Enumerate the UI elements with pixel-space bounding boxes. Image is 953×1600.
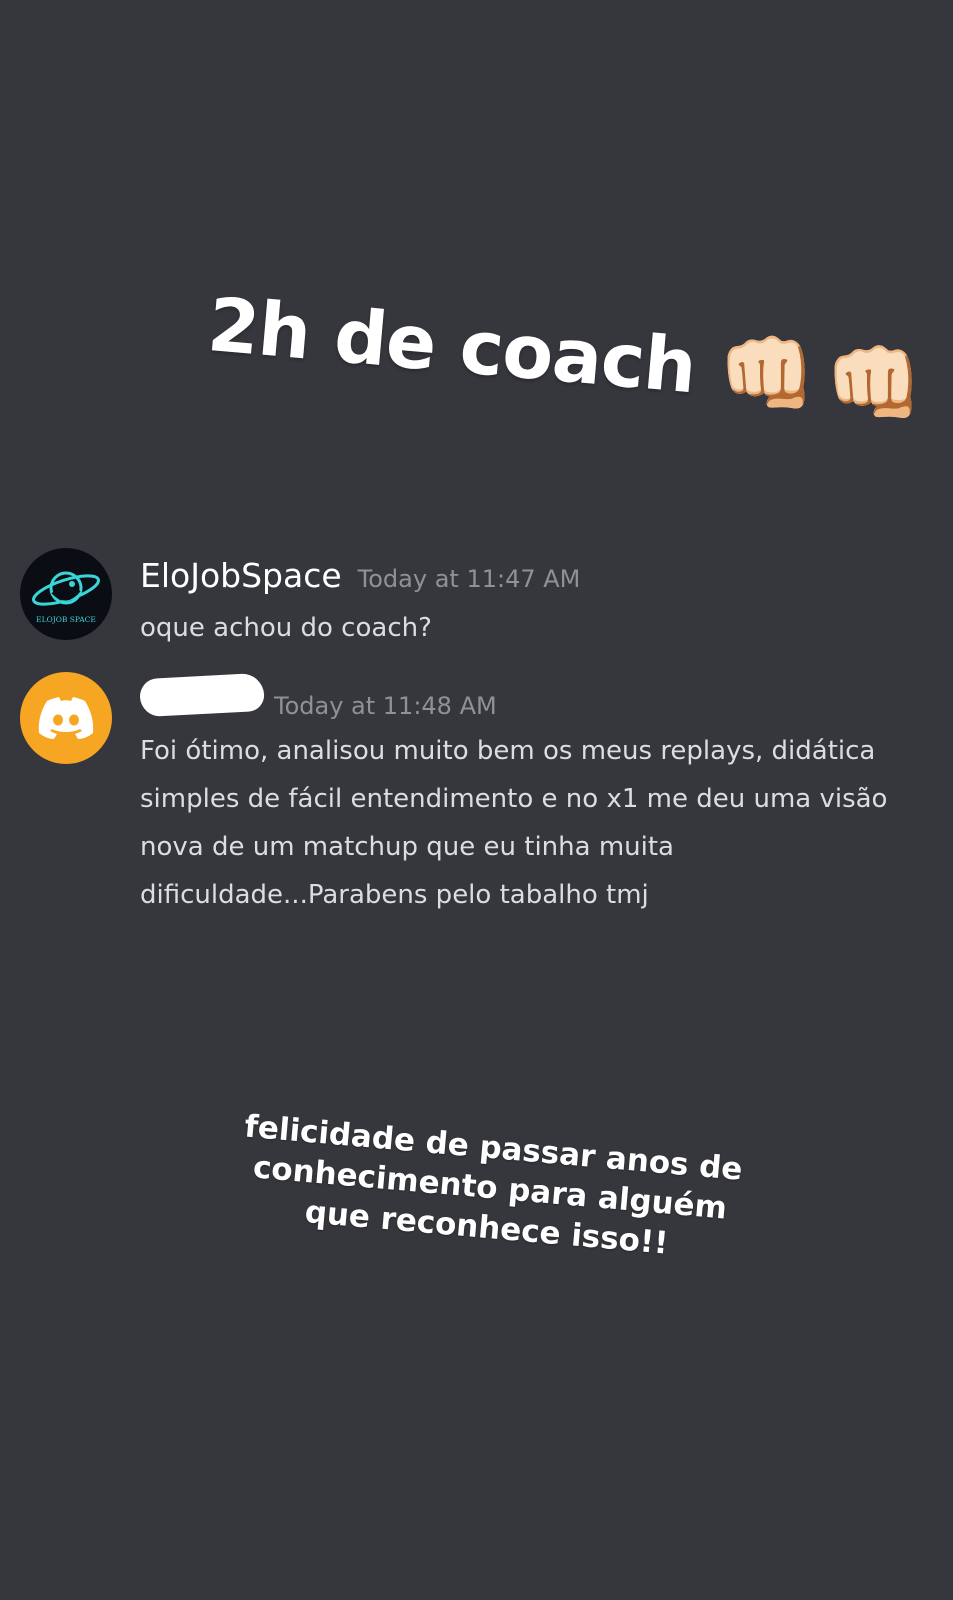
- headline-sticker: 2h de coach 👊🏻 👊🏻: [204, 282, 928, 434]
- message-content: Foi ótimo, analisou muito bem os meus re…: [140, 736, 888, 910]
- timestamp: Today at 11:48 AM: [274, 692, 497, 720]
- planet-logo-icon: ELOJOB SPACE: [32, 571, 100, 624]
- username[interactable]: EloJobSpace: [140, 556, 342, 595]
- caption-sticker: felicidade de passar anos de conheciment…: [243, 1108, 744, 1262]
- message-header: Today at 11:48 AM: [139, 672, 497, 720]
- discord-logo-icon: [38, 697, 94, 739]
- message-content: oque achou do coach?: [140, 613, 432, 643]
- redacted-username: [139, 672, 265, 718]
- avatar[interactable]: [20, 672, 112, 764]
- fist-bump-icon: 👊🏻: [713, 322, 821, 424]
- svg-text:ELOJOB SPACE: ELOJOB SPACE: [36, 615, 96, 624]
- headline-text: 2h de coach: [204, 282, 700, 411]
- fist-bump-icon: 👊🏻: [820, 331, 928, 434]
- message-header: EloJobSpace Today at 11:47 AM: [140, 556, 580, 595]
- story-canvas: 2h de coach 👊🏻 👊🏻 ELOJOB SPACE EloJobSpa…: [0, 0, 953, 1600]
- avatar[interactable]: ELOJOB SPACE: [20, 548, 112, 640]
- timestamp: Today at 11:47 AM: [357, 565, 581, 593]
